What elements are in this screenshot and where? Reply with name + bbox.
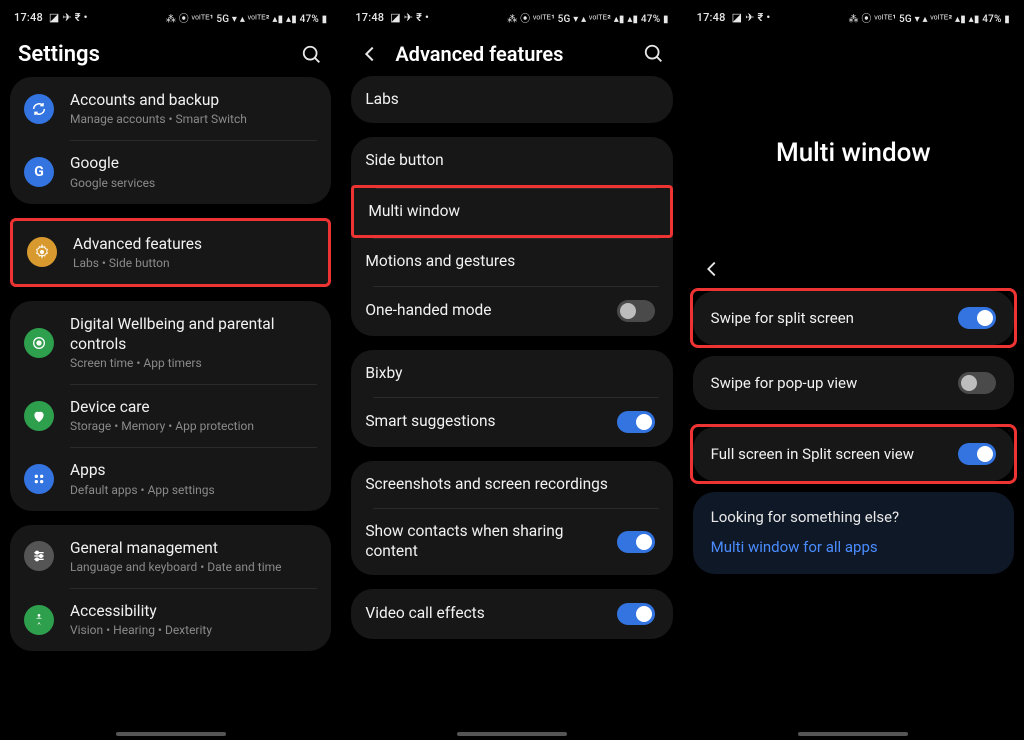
item-apps[interactable]: Apps Default apps • App settings (10, 447, 331, 510)
item-bixby[interactable]: Bixby (351, 350, 672, 397)
status-time: 17:48 (14, 11, 43, 24)
status-right-cluster: ⁂ ⦿ ᵛᵒᴵᵀᴱ¹ 5G ▾ ▴ ᵛᵒᴵᵀᴱ² ▴▮ ▴▮ 47% ▮ (849, 10, 1010, 25)
item-show-contacts-sharing[interactable]: Show contacts when sharing content (351, 508, 672, 575)
item-sub: Google services (70, 176, 313, 190)
item-sub: Storage • Memory • App protection (70, 419, 313, 433)
item-swipe-popup-view[interactable]: Swipe for pop-up view (693, 356, 1014, 410)
status-left-icons: ◪ ✈ ₹ • (732, 11, 771, 24)
item-google[interactable]: G Google Google services (10, 140, 331, 203)
item-sub: Default apps • App settings (70, 483, 313, 497)
item-title: Swipe for split screen (711, 309, 958, 328)
item-sub: Vision • Hearing • Dexterity (70, 623, 313, 637)
item-multi-window[interactable]: Multi window (351, 185, 672, 238)
status-bar: 17:48 ◪ ✈ ₹ • ⁂ ⦿ ᵛᵒᴵᵀᴱ¹ 5G ▾ ▴ ᵛᵒᴵᵀᴱ² ▴… (0, 0, 341, 28)
item-title: General management (70, 539, 313, 558)
item-title: Screenshots and screen recordings (365, 475, 654, 494)
item-video-call-effects[interactable]: Video call effects (351, 589, 672, 639)
gear-icon (27, 237, 57, 267)
item-title: One-handed mode (365, 301, 616, 320)
item-title: Google (70, 154, 313, 173)
item-title: Advanced features (73, 235, 310, 254)
heart-shield-icon (24, 401, 54, 431)
item-swipe-split-screen[interactable]: Swipe for split screen (693, 291, 1014, 345)
item-accessibility[interactable]: Accessibility Vision • Hearing • Dexteri… (10, 588, 331, 651)
home-indicator[interactable] (798, 732, 908, 736)
search-icon[interactable] (301, 44, 323, 66)
page-title: Settings (18, 42, 301, 67)
item-sub: Screen time • App timers (70, 356, 313, 370)
search-icon[interactable] (643, 43, 665, 65)
item-advanced-features[interactable]: Advanced features Labs • Side button (13, 221, 328, 284)
back-icon[interactable] (701, 258, 723, 280)
item-motions-gestures[interactable]: Motions and gestures (351, 238, 672, 285)
multi-window-screen: 17:48 ◪ ✈ ₹ • ⁂ ⦿ ᵛᵒᴵᵀᴱ¹ 5G ▾ ▴ ᵛᵒᴵᵀᴱ² ▴… (683, 0, 1024, 740)
advanced-features-screen: 17:48 ◪ ✈ ₹ • ⁂ ⦿ ᵛᵒᴵᵀᴱ¹ 5G ▾ ▴ ᵛᵒᴵᵀᴱ² ▴… (341, 0, 682, 740)
toggle-show-contacts[interactable] (617, 531, 655, 553)
toggle-swipe-split[interactable] (958, 307, 996, 329)
settings-screen: 17:48 ◪ ✈ ₹ • ⁂ ⦿ ᵛᵒᴵᵀᴱ¹ 5G ▾ ▴ ᵛᵒᴵᵀᴱ² ▴… (0, 0, 341, 740)
accessibility-icon (24, 605, 54, 635)
looking-for-else-card: Looking for something else? Multi window… (693, 492, 1014, 574)
item-title: Swipe for pop-up view (711, 374, 958, 393)
item-screenshots-recordings[interactable]: Screenshots and screen recordings (351, 461, 672, 508)
back-icon[interactable] (359, 43, 381, 65)
home-indicator[interactable] (116, 732, 226, 736)
status-time: 17:48 (697, 11, 726, 24)
toggle-one-handed[interactable] (617, 300, 655, 322)
page-title: Advanced features (395, 42, 642, 66)
item-full-screen-split-view[interactable]: Full screen in Split screen view (693, 427, 1014, 481)
apps-grid-icon (24, 464, 54, 494)
item-title: Accessibility (70, 602, 313, 621)
status-right-cluster: ⁂ ⦿ ᵛᵒᴵᵀᴱ¹ 5G ▾ ▴ ᵛᵒᴵᵀᴱ² ▴▮ ▴▮ 47% ▮ (166, 10, 327, 25)
item-title: Digital Wellbeing and parental controls (70, 315, 313, 354)
item-title: Side button (365, 151, 654, 170)
google-icon: G (24, 157, 54, 187)
item-title: Show contacts when sharing content (365, 522, 616, 561)
link-multi-window-all-apps[interactable]: Multi window for all apps (711, 538, 996, 556)
toggle-video-call[interactable] (617, 603, 655, 625)
page-title: Multi window (683, 28, 1024, 258)
item-title: Device care (70, 398, 313, 417)
item-sub: Manage accounts • Smart Switch (70, 112, 313, 126)
status-time: 17:48 (355, 11, 384, 24)
item-title: Apps (70, 461, 313, 480)
item-sub: Labs • Side button (73, 256, 310, 270)
sync-icon (24, 94, 54, 124)
home-indicator[interactable] (457, 732, 567, 736)
status-bar: 17:48 ◪ ✈ ₹ • ⁂ ⦿ ᵛᵒᴵᵀᴱ¹ 5G ▾ ▴ ᵛᵒᴵᵀᴱ² ▴… (683, 0, 1024, 28)
item-smart-suggestions[interactable]: Smart suggestions (351, 397, 672, 447)
item-digital-wellbeing[interactable]: Digital Wellbeing and parental controls … (10, 301, 331, 384)
item-labs[interactable]: Labs (351, 76, 672, 123)
item-one-handed-mode[interactable]: One-handed mode (351, 286, 672, 336)
info-title: Looking for something else? (711, 508, 996, 526)
toggle-swipe-popup[interactable] (958, 372, 996, 394)
item-sub: Language and keyboard • Date and time (70, 560, 313, 574)
item-title: Multi window (368, 202, 651, 221)
status-right-cluster: ⁂ ⦿ ᵛᵒᴵᵀᴱ¹ 5G ▾ ▴ ᵛᵒᴵᵀᴱ² ▴▮ ▴▮ 47% ▮ (507, 10, 668, 25)
toggle-full-screen-split[interactable] (958, 443, 996, 465)
item-title: Smart suggestions (365, 412, 616, 431)
highlight-full-screen-split: Full screen in Split screen view (690, 424, 1017, 484)
status-left-icons: ◪ ✈ ₹ • (49, 11, 88, 24)
item-side-button[interactable]: Side button (351, 137, 672, 184)
item-title: Labs (365, 90, 654, 109)
item-title: Accounts and backup (70, 91, 313, 110)
item-title: Motions and gestures (365, 252, 654, 271)
item-title: Bixby (365, 364, 654, 383)
item-title: Video call effects (365, 604, 616, 623)
highlight-swipe-split: Swipe for split screen (690, 288, 1017, 348)
item-accounts-backup[interactable]: Accounts and backup Manage accounts • Sm… (10, 77, 331, 140)
item-general-management[interactable]: General management Language and keyboard… (10, 525, 331, 588)
status-left-icons: ◪ ✈ ₹ • (390, 11, 429, 24)
status-bar: 17:48 ◪ ✈ ₹ • ⁂ ⦿ ᵛᵒᴵᵀᴱ¹ 5G ▾ ▴ ᵛᵒᴵᵀᴱ² ▴… (341, 0, 682, 28)
toggle-smart-suggestions[interactable] (617, 411, 655, 433)
item-device-care[interactable]: Device care Storage • Memory • App prote… (10, 384, 331, 447)
wellbeing-icon (24, 328, 54, 358)
item-title: Full screen in Split screen view (711, 445, 958, 464)
sliders-icon (24, 541, 54, 571)
